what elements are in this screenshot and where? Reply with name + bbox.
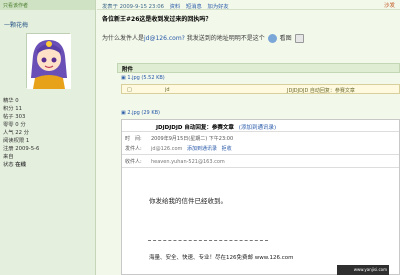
user-stats: 精华 0 积分 11 帖子 303 零零 0 分 人气 22 分 阅读权限 1 … [3,97,39,169]
post-time: 发表于 2009-9-15 23:06 [102,4,164,10]
stat-row: 零零 0 分 [3,122,26,128]
forum-page: 只看该作者 一颗花梅 精华 0 积分 11 帖子 303 零零 0 分 人气 2… [0,0,400,275]
divider [148,240,268,241]
add-to-contacts-button[interactable]: 添加到通讯录 [187,146,217,152]
stat-row: 阅读权限 1 [3,138,30,144]
stat-row: 状态 在线 [3,162,26,168]
mail-footer: 海量、安全、快速、专业！尽在126免费邮 www.126.com [149,255,294,261]
mail-preview: JDJDJDJD 自动回复：参赛文章 (添加到通讯录) 时 间: 2009年9月1… [121,119,400,275]
view-author-only-link[interactable]: 只看该作者 [0,0,95,10]
stat-row: 精华 0 [3,98,19,104]
smiley-icon [267,34,277,43]
attachment-file-1[interactable]: ▣ 1.jpg (5.52 KB) [121,75,165,81]
image-icon [294,34,304,43]
avatar-image [27,34,71,89]
attachment-file-2[interactable]: ▣ 2.jpg (29 KB) [121,110,160,116]
post-title: 各位新王#26这是收到发过来的回执吗？ [102,16,212,23]
checkbox[interactable]: □ [127,87,132,93]
reject-button[interactable]: 拒收 [222,146,232,152]
user-sidebar: 只看该作者 一颗花梅 精华 0 积分 11 帖子 303 零零 0 分 人气 2… [0,0,96,275]
floor-label: 沙发 [383,3,395,9]
post-text: 为什么发件人是jd@126.com? 我发送到的地址明明不是这个 看图 [102,33,305,43]
stat-row: 人气 22 分 [3,130,30,136]
image-file-icon: ▣ [121,110,126,116]
stat-row: 帖子 303 [3,114,26,120]
watermark: www.yanjisi.com [337,265,389,275]
status-online: 在线 [15,162,26,168]
stat-row: 积分 11 [3,106,23,112]
image-file-icon: ▣ [121,75,126,81]
avatar [26,33,71,89]
mail-from-row: 发件人: jd@126.com 添加到通讯录 拒收 [125,146,232,152]
mail-subject: JDJDJDJD 自动回复：参赛文章 (添加到通讯录) [156,125,277,131]
email-link[interactable]: jd@126.com? [144,35,185,42]
stat-row: 注册 2009-5-6 [3,146,40,152]
stat-row: 来自 [3,154,14,160]
mail-time-row: 时 间: 2009年9月15日(星期二) 下午23:00 [125,136,234,142]
profile-link[interactable]: 资料 [170,4,181,10]
attachment-preview-row: □ jd JDJDJDJD 自动回复：参赛文章 [121,84,400,94]
username[interactable]: 一颗花梅 [4,20,28,29]
message-link[interactable]: 短消息 [186,4,202,10]
post-content: 发表于 2009-9-15 23:06 资料 短消息 加为好友 沙发 各位新王#… [97,0,400,275]
add-friend-link[interactable]: 加为好友 [208,4,229,10]
attachment-header: 附件 [117,63,400,73]
mail-to-row: 收件人: heaven.yuhan-521@163.com [125,159,225,165]
post-header: 发表于 2009-9-15 23:06 资料 短消息 加为好友 沙发 [97,0,400,10]
mail-body: 你发给我的信件已经收到。 [149,197,227,205]
